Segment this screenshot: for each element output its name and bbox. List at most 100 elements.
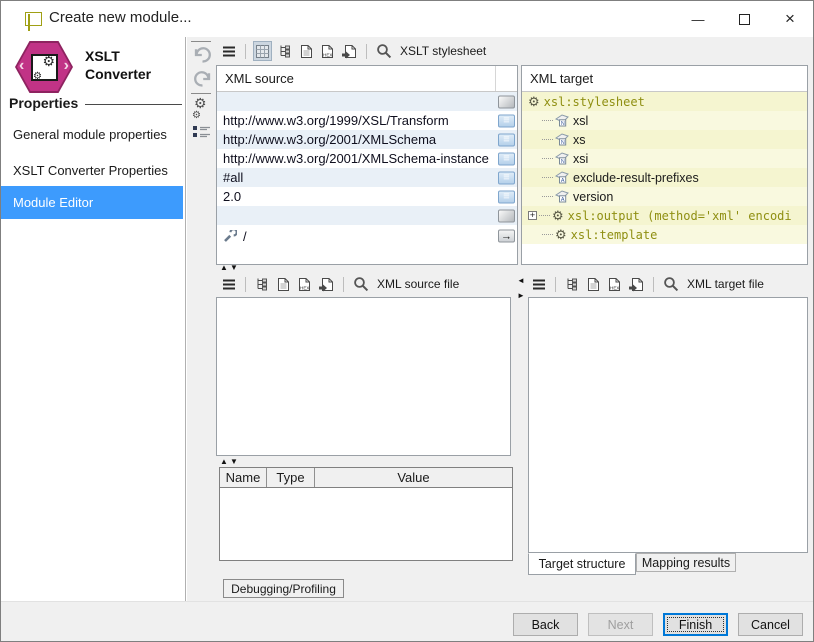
tree-line (542, 139, 553, 140)
sidebar-item-module-editor[interactable]: Module Editor (1, 186, 183, 219)
tree-view-button[interactable] (563, 274, 581, 294)
cancel-button[interactable]: Cancel (738, 613, 803, 636)
search-target-file-button[interactable] (661, 274, 681, 294)
splitter-right-icon[interactable]: ► (517, 292, 525, 300)
splitter-down-icon[interactable]: ▼ (230, 458, 238, 466)
document-arrow-icon (629, 277, 644, 292)
tab-mapping-results[interactable]: Mapping results (636, 553, 736, 572)
dialog-footer: Back Next Finish Cancel (1, 601, 813, 642)
connector-button[interactable]: ≡ (498, 114, 515, 127)
xml-target-file-view[interactable] (528, 297, 808, 553)
mapping-list-button[interactable] (190, 120, 214, 142)
toolbar-separator (343, 277, 344, 292)
menu-button[interactable] (220, 41, 238, 61)
next-button[interactable]: Next (588, 613, 653, 636)
source-row[interactable]: http://www.w3.org/2001/XMLSchema-instanc… (217, 149, 517, 168)
connector-button[interactable]: ≡ (498, 133, 515, 146)
text-view-button[interactable] (298, 41, 315, 61)
text-view-button[interactable] (585, 274, 602, 294)
tree-icon (565, 277, 579, 291)
properties-section-title: Properties (9, 95, 78, 111)
xml-source-panel: XML source http://www.w3.org/1999/XSL/Tr… (216, 65, 518, 265)
source-row[interactable]: http://www.w3.org/1999/XSL/Transform ≡ (217, 111, 517, 130)
source-row[interactable]: #all ≡ (217, 168, 517, 187)
element-gear-icon: ⚙ (528, 95, 540, 108)
search-source-file-button[interactable] (351, 274, 371, 294)
menu-button[interactable] (220, 274, 238, 294)
stylesheet-toolbar: HEX XSLT stylesheet (220, 39, 520, 63)
back-button[interactable]: Back (513, 613, 578, 636)
import-file-button[interactable] (317, 274, 336, 294)
element-gear-icon: ⚙ (552, 209, 564, 222)
target-file-search-label: XML target file (687, 277, 764, 291)
connector-slot[interactable] (498, 209, 515, 222)
source-row[interactable] (217, 92, 517, 111)
toolbar-separator (653, 277, 654, 292)
undo-button[interactable] (190, 44, 214, 66)
connector-button[interactable]: ≡ (498, 190, 515, 203)
chevron-left-icon: ‹ (19, 56, 24, 76)
svg-text:N: N (561, 140, 565, 146)
section-divider (85, 104, 182, 105)
target-tree-node[interactable]: ⚙ xsl:stylesheet (522, 92, 807, 111)
target-tree-node[interactable]: A version (522, 187, 807, 206)
source-row-root[interactable]: / → (217, 225, 517, 247)
hex-view-button[interactable]: HEX (319, 41, 336, 61)
source-row[interactable] (217, 206, 517, 225)
tree-view-button[interactable] (253, 274, 271, 294)
settings-gears-button[interactable]: ⚙ ⚙ (190, 97, 214, 119)
minimize-button[interactable]: — (675, 1, 721, 37)
maximize-button[interactable] (721, 1, 767, 37)
xml-source-file-view[interactable] (216, 297, 511, 456)
source-row[interactable]: http://www.w3.org/2001/XMLSchema ≡ (217, 130, 517, 149)
sidebar-item-general-module-properties[interactable]: General module properties (1, 119, 183, 149)
tree-icon (255, 277, 269, 291)
expand-plus-icon[interactable]: + (528, 211, 537, 220)
import-file-button[interactable] (340, 41, 359, 61)
target-tree-node[interactable]: N xsl (522, 111, 807, 130)
target-tree-node[interactable]: N xs (522, 130, 807, 149)
wrench-icon (223, 230, 237, 243)
sidebar-item-xslt-converter-properties[interactable]: XSLT Converter Properties (1, 155, 183, 185)
source-row[interactable]: 2.0 ≡ (217, 187, 517, 206)
tree-line (542, 196, 553, 197)
redo-button[interactable] (190, 68, 214, 90)
target-tree-node[interactable]: A exclude-result-prefixes (522, 168, 807, 187)
connector-button[interactable]: ≡ (498, 152, 515, 165)
brand-title: XSLT Converter (85, 47, 151, 83)
menu-button[interactable] (530, 274, 548, 294)
element-gear-icon: ⚙ (555, 228, 567, 241)
output-arrow-button[interactable]: → (498, 230, 515, 243)
close-icon: × (785, 9, 795, 29)
finish-button[interactable]: Finish (663, 613, 728, 636)
toolbar-separator (555, 277, 556, 292)
column-separator (495, 66, 496, 91)
column-header-value: Value (315, 468, 512, 487)
grid-view-button[interactable] (253, 41, 272, 61)
splitter-down-icon[interactable]: ▼ (230, 264, 238, 272)
connector-button[interactable]: ≡ (498, 171, 515, 184)
debugging-profiling-tab[interactable]: Debugging/Profiling (223, 579, 344, 598)
target-tree-node[interactable]: ⚙ xsl:template (522, 225, 807, 244)
text-view-button[interactable] (275, 274, 292, 294)
svg-text:HEX: HEX (300, 285, 309, 290)
search-stylesheet-button[interactable] (374, 41, 394, 61)
stylesheet-search-label: XSLT stylesheet (400, 44, 486, 58)
target-tree-node[interactable]: N xsi (522, 149, 807, 168)
import-file-button[interactable] (627, 274, 646, 294)
hex-view-button[interactable]: HEX (296, 274, 313, 294)
target-tree-node[interactable]: + ⚙ xsl:output (method='xml' encodi (522, 206, 807, 225)
splitter-up-icon[interactable]: ▲ (220, 264, 228, 272)
svg-text:N: N (561, 121, 565, 127)
xml-source-header: XML source (217, 66, 517, 92)
tab-target-structure[interactable]: Target structure (528, 553, 636, 575)
splitter-up-icon[interactable]: ▲ (220, 458, 228, 466)
connector-slot[interactable] (498, 95, 515, 108)
tree-view-button[interactable] (276, 41, 294, 61)
document-icon (587, 277, 600, 292)
splitter-left-icon[interactable]: ◄ (517, 277, 525, 285)
hex-view-button[interactable]: HEX (606, 274, 623, 294)
close-button[interactable]: × (767, 1, 813, 37)
gear-icon: ⚙ (42, 53, 55, 70)
hex-document-icon: HEX (321, 44, 334, 59)
